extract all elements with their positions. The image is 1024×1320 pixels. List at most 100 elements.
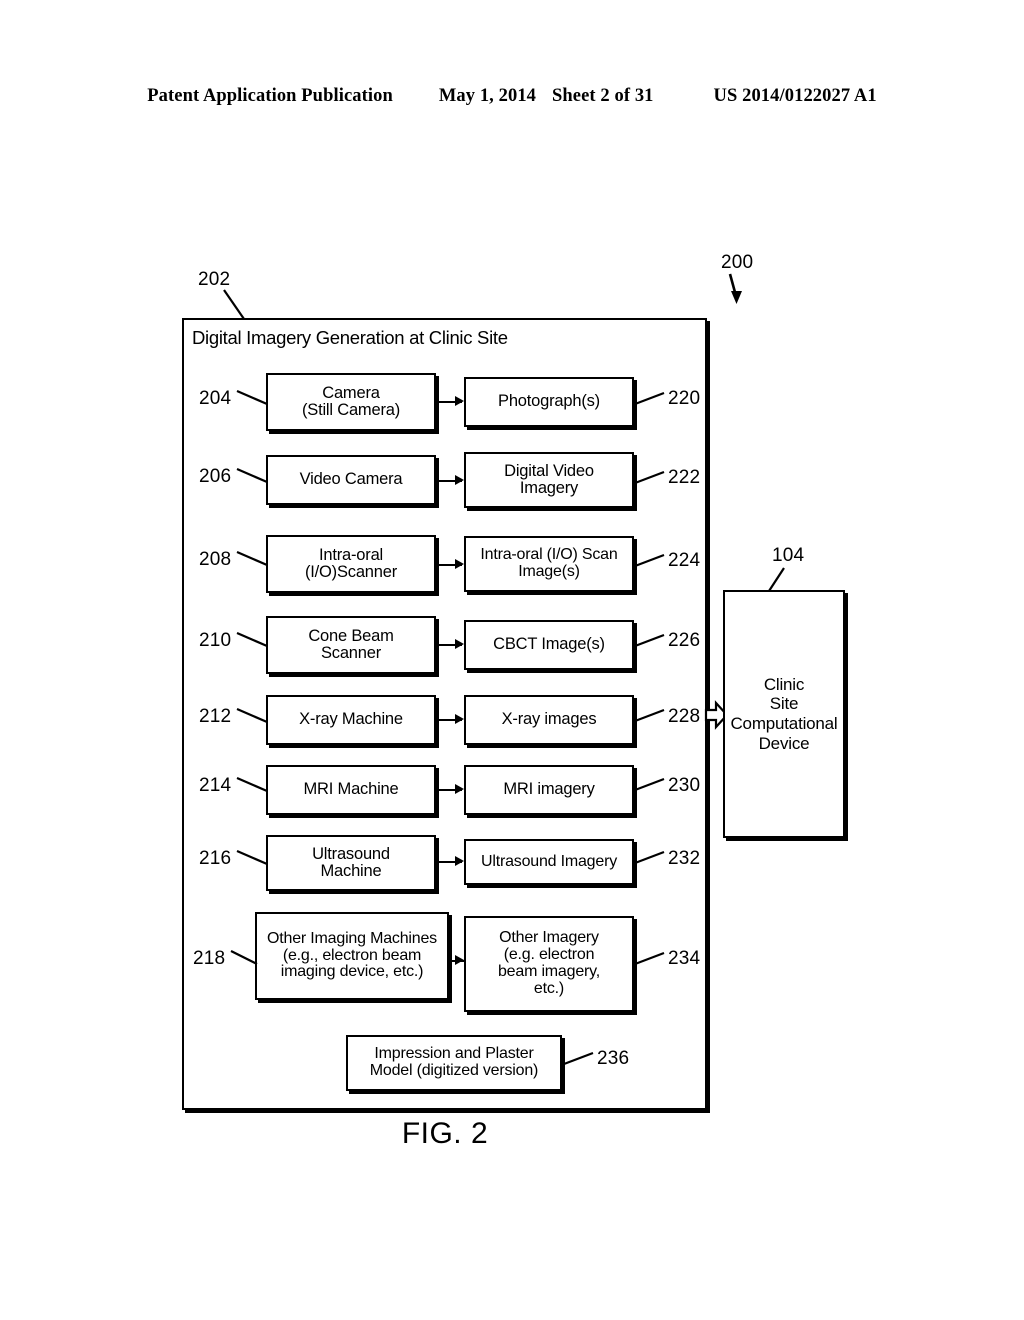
output-box-digital-video: Digital Video Imagery (464, 452, 634, 508)
source-box-ultrasound-machine-label: Ultrasound Machine (304, 844, 398, 881)
connector-218-234-arrowhead (455, 955, 464, 965)
line: X-ray Machine (299, 710, 403, 729)
leader-214 (236, 776, 268, 793)
line: Intra-oral (I/O) Scan (480, 546, 618, 564)
ref-label-216: 216 (199, 848, 232, 869)
leader-212 (236, 707, 268, 724)
line: etc.) (533, 979, 565, 997)
line: beam imagery, (497, 963, 601, 980)
leader-202 (223, 289, 245, 320)
connector-216-232-arrowhead (455, 856, 464, 866)
line: Other Imagery (499, 929, 599, 947)
source-box-mri-machine: MRI Machine (266, 765, 436, 815)
ref-label-218: 218 (193, 948, 226, 969)
output-box-cbct-images-label: CBCT Image(s) (485, 635, 613, 654)
ref-label-236: 236 (597, 1048, 630, 1069)
output-box-xray-images-label: X-ray images (494, 710, 605, 729)
connector-208-224-arrowhead (455, 559, 464, 569)
line: Clinic (763, 674, 805, 694)
line: Other Imaging Machines (267, 929, 437, 947)
line: Site (769, 694, 799, 714)
ref-label-200: 200 (721, 252, 754, 273)
ref-label-224: 224 (668, 550, 701, 571)
line: Model (digitized version) (369, 1062, 539, 1079)
line: Machine (320, 862, 382, 880)
output-box-other-imagery-label: Other Imagery (e.g. electron beam imager… (490, 930, 608, 997)
ref-label-222: 222 (668, 467, 701, 488)
ref-label-230: 230 (668, 775, 701, 796)
source-box-video-camera: Video Camera (266, 455, 436, 505)
output-box-photographs-label: Photograph(s) (490, 392, 608, 411)
leader-230 (634, 777, 665, 792)
source-box-intraoral-scanner-label: Intra-oral (I/O)Scanner (297, 545, 405, 582)
line: Intra-oral (318, 545, 384, 564)
ref-label-210: 210 (199, 630, 232, 651)
source-box-intraoral-scanner: Intra-oral (I/O)Scanner (266, 535, 436, 593)
source-box-camera-label: Camera (Still Camera) (294, 383, 408, 420)
line: Imagery (519, 479, 579, 497)
leader-208 (236, 550, 268, 567)
line: imaging device, etc.) (280, 963, 424, 981)
output-box-mri-imagery: MRI imagery (464, 765, 634, 815)
source-box-other-imaging-machines: Other Imaging Machines (e.g., electron b… (255, 912, 449, 1000)
patent-figure-2: 200 Digital Imagery Generation at Clinic… (0, 0, 1024, 1320)
output-box-mri-imagery-label: MRI imagery (495, 780, 602, 799)
connector-214-230-arrowhead (455, 784, 464, 794)
leader-236 (563, 1051, 594, 1066)
output-box-ultrasound-imagery: Ultrasound Imagery (464, 839, 634, 885)
leader-210 (236, 631, 268, 648)
leader-216 (236, 849, 268, 866)
line: (I/O)Scanner (304, 563, 398, 581)
line: MRI imagery (503, 780, 595, 799)
line: CBCT Image(s) (493, 635, 605, 654)
line: Camera (322, 383, 380, 402)
ref-label-206: 206 (199, 466, 232, 487)
connector-212-228-arrowhead (455, 714, 464, 724)
output-box-other-imagery: Other Imagery (e.g. electron beam imager… (464, 916, 634, 1012)
clinic-site-computational-device-label: Clinic Site Computational Device (722, 675, 845, 753)
line: X-ray images (501, 710, 597, 729)
line: MRI Machine (303, 780, 399, 799)
ref-label-204: 204 (199, 388, 232, 409)
ref-label-208: 208 (199, 549, 232, 570)
leader-234 (634, 951, 665, 966)
source-box-ultrasound-machine: Ultrasound Machine (266, 835, 436, 891)
line: (e.g. electron (503, 946, 595, 964)
line: Device (758, 733, 810, 753)
source-box-camera: Camera (Still Camera) (266, 373, 436, 431)
connector-204-220-arrowhead (455, 396, 464, 406)
line: Ultrasound (312, 844, 390, 863)
line: Image(s) (518, 563, 580, 580)
clinic-site-computational-device-box: Clinic Site Computational Device (723, 590, 845, 838)
ref-label-226: 226 (668, 630, 701, 651)
connector-210-226-arrowhead (455, 639, 464, 649)
line: (Still Camera) (301, 401, 401, 419)
line: Impression and Plaster (374, 1045, 534, 1063)
source-box-mri-machine-label: MRI Machine (296, 780, 407, 799)
ref-label-232: 232 (668, 848, 701, 869)
source-box-xray-machine: X-ray Machine (266, 695, 436, 745)
output-box-intraoral-scan-images: Intra-oral (I/O) Scan Image(s) (464, 536, 634, 592)
line: Scanner (320, 644, 382, 662)
line: Video Camera (299, 470, 403, 489)
leader-204 (236, 389, 268, 406)
ref-label-228: 228 (668, 706, 701, 727)
line: Cone Beam (308, 626, 394, 645)
leader-226 (634, 633, 665, 648)
ref-label-234: 234 (668, 948, 701, 969)
box-impression-plaster-model: Impression and Plaster Model (digitized … (346, 1035, 562, 1091)
leader-232 (634, 850, 665, 865)
output-box-cbct-images: CBCT Image(s) (464, 620, 634, 670)
output-box-intraoral-scan-images-label: Intra-oral (I/O) Scan Image(s) (472, 546, 625, 581)
output-box-digital-video-label: Digital Video Imagery (496, 461, 602, 498)
ref-label-104: 104 (772, 545, 805, 566)
source-box-cone-beam-scanner-label: Cone Beam Scanner (300, 626, 401, 663)
container-title: Digital Imagery Generation at Clinic Sit… (192, 327, 508, 348)
line: Digital Video (504, 461, 594, 480)
line: Ultrasound Imagery (480, 852, 618, 870)
leader-222 (634, 470, 665, 485)
leader-220 (634, 391, 665, 406)
output-box-ultrasound-imagery-label: Ultrasound Imagery (473, 852, 625, 871)
source-box-video-camera-label: Video Camera (292, 470, 411, 489)
line: Photograph(s) (498, 392, 600, 411)
